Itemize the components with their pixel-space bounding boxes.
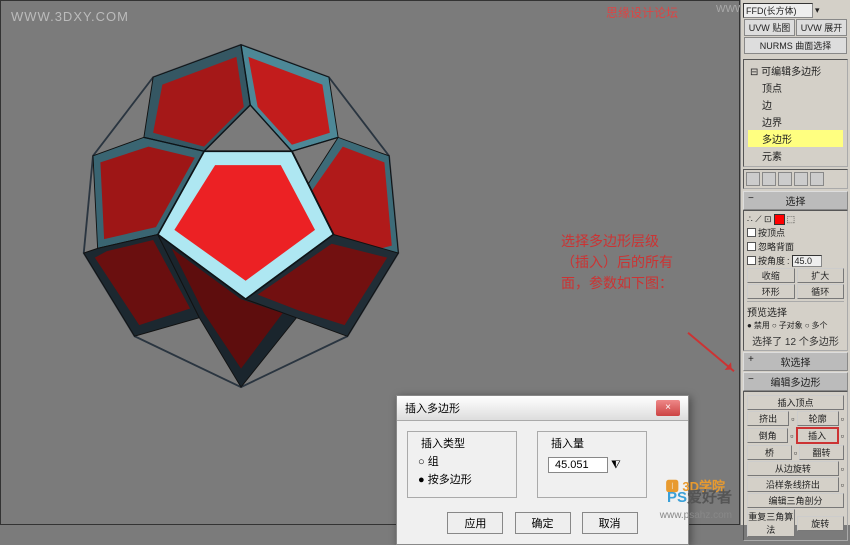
watermark-top-left: WWW.3DXY.COM bbox=[11, 9, 129, 24]
ring-button[interactable]: 环形 bbox=[747, 284, 795, 299]
stack-polygon[interactable]: 多边形 bbox=[748, 130, 843, 147]
ignore-back-checkbox[interactable] bbox=[747, 242, 756, 251]
stack-element[interactable]: 元素 bbox=[748, 147, 843, 164]
polygon-mode-icon[interactable] bbox=[774, 214, 785, 225]
stack-vertex[interactable]: 顶点 bbox=[748, 79, 843, 96]
edit-poly-header[interactable]: −编辑多边形 bbox=[743, 372, 848, 391]
dialog-titlebar[interactable]: 插入多边形 × bbox=[397, 396, 688, 421]
uvw-map-button[interactable]: UVW 贴图 bbox=[744, 19, 795, 36]
stack-border[interactable]: 边界 bbox=[748, 113, 843, 130]
modifier-dropdown[interactable]: FFD(长方体) bbox=[743, 3, 813, 18]
unique-icon[interactable] bbox=[778, 172, 792, 186]
retri-button[interactable]: 重复三角算法 bbox=[747, 509, 795, 537]
stack-root[interactable]: ⊟ 可编辑多边形 bbox=[748, 62, 843, 79]
selection-rollout-header[interactable]: −选择 bbox=[743, 191, 848, 210]
insert-vertex-button[interactable]: 插入顶点 bbox=[747, 395, 844, 410]
angle-input[interactable]: 45.0 bbox=[792, 255, 822, 267]
shrink-button[interactable]: 收缩 bbox=[747, 268, 795, 283]
extrude-button[interactable]: 挤出 bbox=[747, 411, 789, 426]
hinge-button[interactable]: 从边旋转 bbox=[747, 461, 839, 476]
extrude-spline-button[interactable]: 沿样条线挤出 bbox=[747, 477, 839, 492]
close-icon[interactable]: × bbox=[656, 400, 680, 416]
ok-button[interactable]: 确定 bbox=[515, 512, 571, 534]
bevel-button[interactable]: 倒角 bbox=[747, 428, 788, 443]
grow-button[interactable]: 扩大 bbox=[797, 268, 845, 283]
config-icon[interactable] bbox=[810, 172, 824, 186]
watermark-ps: PS爱好者 bbox=[667, 486, 732, 507]
annotation-text: 选择多边形层级（插入）后的所有面，参数如下图： bbox=[561, 231, 681, 294]
by-vertex-checkbox[interactable] bbox=[747, 228, 756, 237]
modifier-stack[interactable]: ⊟ 可编辑多边形 顶点 边 边界 多边形 元素 bbox=[743, 59, 848, 167]
by-angle-checkbox[interactable] bbox=[747, 256, 756, 265]
watermark-top-right: 思缘设计论坛 bbox=[606, 4, 678, 21]
outline-button[interactable]: 轮廓 bbox=[797, 411, 839, 426]
subobject-icons[interactable]: ∴ ⟋ ⊡ ⬚ bbox=[747, 214, 844, 225]
loop-button[interactable]: 循环 bbox=[797, 284, 845, 299]
dialog-title-text: 插入多边形 bbox=[405, 400, 460, 416]
inset-type-label: 插入类型 bbox=[418, 435, 468, 451]
dodecahedron-model[interactable] bbox=[51, 31, 431, 401]
preview-label: 预览选择 bbox=[747, 301, 844, 319]
flip-button[interactable]: 翻转 bbox=[799, 445, 844, 460]
inset-polygon-dialog: 插入多边形 × 插入类型 ○ 组 ● 按多边形 插入量 45.051 ⧨ 应用 … bbox=[396, 395, 689, 545]
stack-toolbar bbox=[743, 169, 848, 189]
bridge-button[interactable]: 桥 bbox=[747, 445, 792, 460]
radio-group[interactable]: ○ 组 bbox=[418, 453, 506, 469]
edit-tri-button[interactable]: 编辑三角剖分 bbox=[747, 493, 844, 508]
soft-selection-header[interactable]: +软选择 bbox=[743, 352, 848, 371]
apply-button[interactable]: 应用 bbox=[447, 512, 503, 534]
annotation-arrow-icon bbox=[687, 332, 734, 372]
show-result-icon[interactable] bbox=[762, 172, 776, 186]
turn-button[interactable]: 旋转 bbox=[797, 516, 845, 531]
radio-by-polygon[interactable]: ● 按多边形 bbox=[418, 471, 506, 487]
inset-button[interactable]: 插入 bbox=[796, 427, 839, 444]
inset-amount-input[interactable]: 45.051 bbox=[548, 457, 608, 473]
remove-mod-icon[interactable] bbox=[794, 172, 808, 186]
command-panel: FFD(长方体)▾ UVW 贴图 UVW 展开 NURMS 曲面选择 ⊟ 可编辑… bbox=[740, 0, 850, 525]
watermark-ps-url: www.psahz.com bbox=[660, 510, 732, 521]
cancel-button[interactable]: 取消 bbox=[582, 512, 638, 534]
selection-count: 选择了 12 个多边形 bbox=[747, 333, 844, 348]
pin-icon[interactable] bbox=[746, 172, 760, 186]
uvw-unwrap-button[interactable]: UVW 展开 bbox=[796, 19, 847, 36]
nurms-button[interactable]: NURMS 曲面选择 bbox=[744, 37, 847, 54]
inset-amount-label: 插入量 bbox=[548, 435, 587, 451]
stack-edge[interactable]: 边 bbox=[748, 96, 843, 113]
